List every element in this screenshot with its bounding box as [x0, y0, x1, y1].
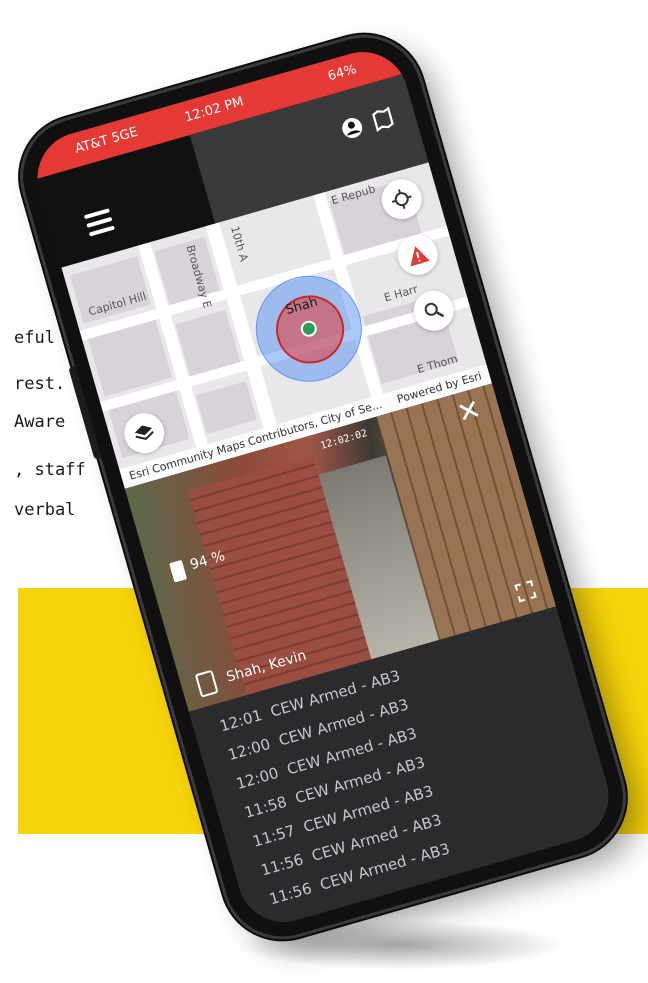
hamburger-icon[interactable] [83, 208, 116, 241]
background-line: eful [14, 328, 55, 348]
video-timestamp: 12:02:02 [319, 427, 369, 452]
body-camera-icon [194, 669, 219, 698]
map-label: 10th A [227, 224, 251, 264]
background-line: verbal [14, 500, 76, 520]
background-line: Aware [14, 412, 66, 432]
background-line: rest. [14, 374, 66, 394]
background-line: , staff [14, 460, 86, 480]
battery-icon [169, 559, 188, 583]
status-battery: 64% [326, 61, 359, 85]
